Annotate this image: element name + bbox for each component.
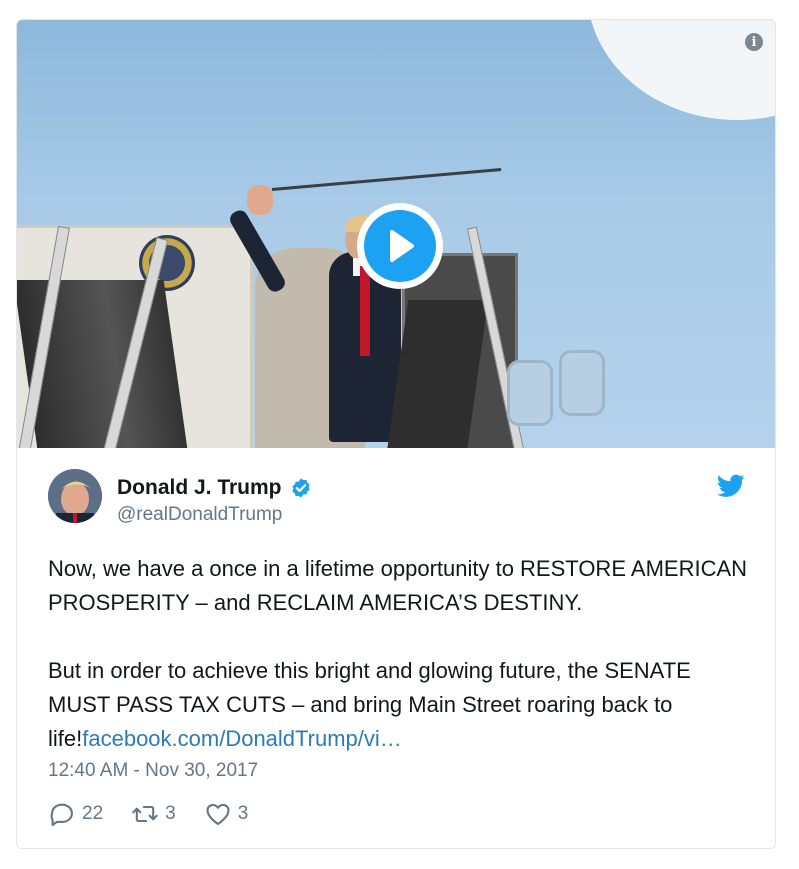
reply-count: 22	[82, 803, 104, 824]
play-icon	[364, 210, 436, 282]
author-name-text: Donald J. Trump	[117, 476, 282, 499]
retweet-button[interactable]: 3	[131, 800, 176, 828]
author-handle[interactable]: @realDonaldTrump	[117, 504, 282, 526]
waving-hand	[247, 185, 273, 215]
twitter-bird-icon[interactable]	[717, 474, 745, 498]
tweet-paragraph: But in order to achieve this bright and …	[48, 654, 758, 756]
like-button[interactable]: 3	[204, 800, 249, 828]
aircraft-stripe	[271, 167, 502, 191]
retweet-count: 3	[165, 803, 176, 824]
tweet-timestamp[interactable]: 12:40 AM - Nov 30, 2017	[48, 760, 258, 782]
avatar[interactable]	[48, 469, 102, 523]
tweet-paragraph: Now, we have a once in a lifetime opport…	[48, 556, 748, 615]
reply-button[interactable]: 22	[48, 800, 103, 828]
tweet-actions: 22 3 3	[48, 800, 248, 828]
retweet-icon	[132, 805, 158, 823]
tweet-card[interactable]: i Donald J. Trump @realDonaldTrump Now, …	[16, 19, 776, 849]
heart-icon	[206, 803, 230, 825]
tweet-text: Now, we have a once in a lifetime opport…	[48, 552, 758, 756]
verified-badge-icon	[291, 478, 310, 498]
play-button[interactable]	[357, 203, 443, 289]
tweet-video[interactable]: i	[17, 20, 775, 448]
reply-icon	[50, 803, 73, 827]
info-icon[interactable]: i	[745, 33, 763, 51]
like-count: 3	[237, 803, 249, 824]
author-name[interactable]: Donald J. Trump	[117, 476, 312, 500]
tweet-link[interactable]: facebook.com/DonaldTrump/vi…	[82, 726, 402, 751]
